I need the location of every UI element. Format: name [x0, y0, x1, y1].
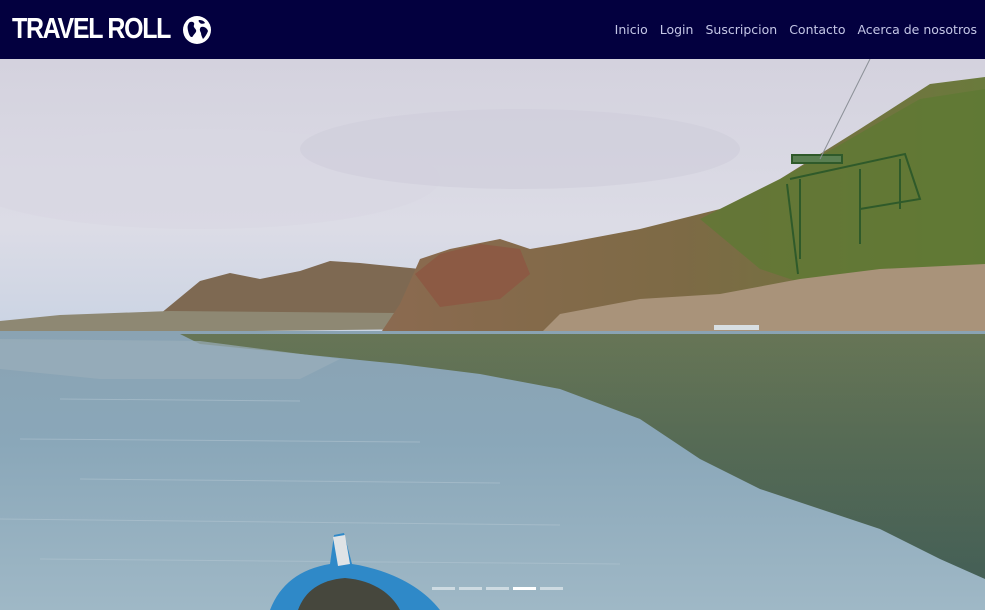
carousel-indicator-2[interactable]	[459, 587, 482, 590]
hero-carousel[interactable]	[0, 59, 985, 610]
nav-link-suscripcion[interactable]: Suscripcion	[705, 22, 777, 37]
carousel-indicator-1[interactable]	[432, 587, 455, 590]
nav-link-inicio[interactable]: Inicio	[615, 22, 648, 37]
navbar: TRAVEL ROLL Inicio Login Suscripcion Con…	[0, 0, 985, 59]
nav-link-contacto[interactable]: Contacto	[789, 22, 845, 37]
brand-logo[interactable]: TRAVEL ROLL	[12, 15, 212, 45]
brand-name: TRAVEL ROLL	[12, 13, 171, 45]
carousel-indicator-3[interactable]	[486, 587, 509, 590]
nav-link-acerca[interactable]: Acerca de nosotros	[857, 22, 977, 37]
nav-menu: Inicio Login Suscripcion Contacto Acerca…	[615, 21, 977, 39]
carousel-indicator-5[interactable]	[540, 587, 563, 590]
carousel-indicator-4[interactable]	[513, 587, 536, 590]
carousel-slide-image	[0, 59, 985, 610]
nav-link-login[interactable]: Login	[660, 22, 694, 37]
carousel-indicators	[432, 587, 563, 590]
globe-icon	[182, 15, 211, 44]
